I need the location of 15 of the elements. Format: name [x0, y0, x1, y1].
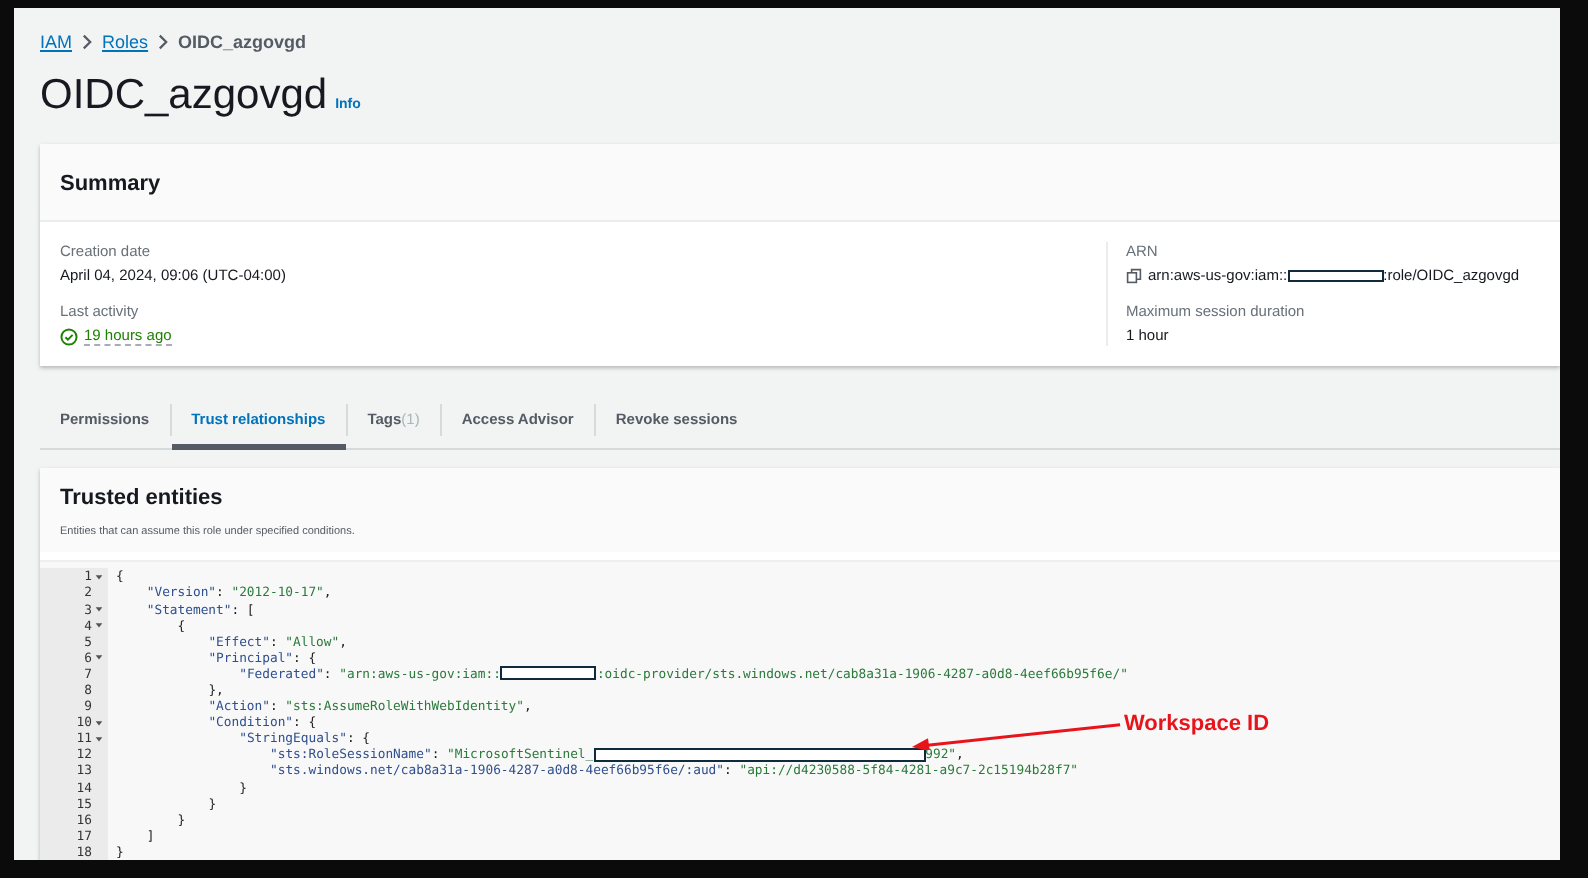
breadcrumb-link[interactable]: IAM	[40, 32, 73, 52]
copy-icon[interactable]	[1126, 267, 1142, 283]
fold-icon[interactable]	[94, 571, 104, 582]
page-title: OIDC_azgovgd	[40, 72, 328, 120]
chevron-icon	[158, 34, 169, 50]
chevron-icon	[82, 34, 93, 50]
annotation-label: Workspace ID	[1124, 712, 1270, 737]
card-heading: Summary	[60, 172, 161, 196]
check-circle-icon	[60, 327, 78, 345]
redaction-box	[500, 666, 597, 681]
card-heading: Trusted entities	[60, 486, 225, 511]
breadcrumb-link[interactable]: Roles	[102, 32, 149, 52]
redaction-box	[1287, 269, 1384, 281]
breadcrumb-current: OIDC_azgovgd	[178, 32, 307, 52]
fold-icon[interactable]	[94, 652, 104, 663]
